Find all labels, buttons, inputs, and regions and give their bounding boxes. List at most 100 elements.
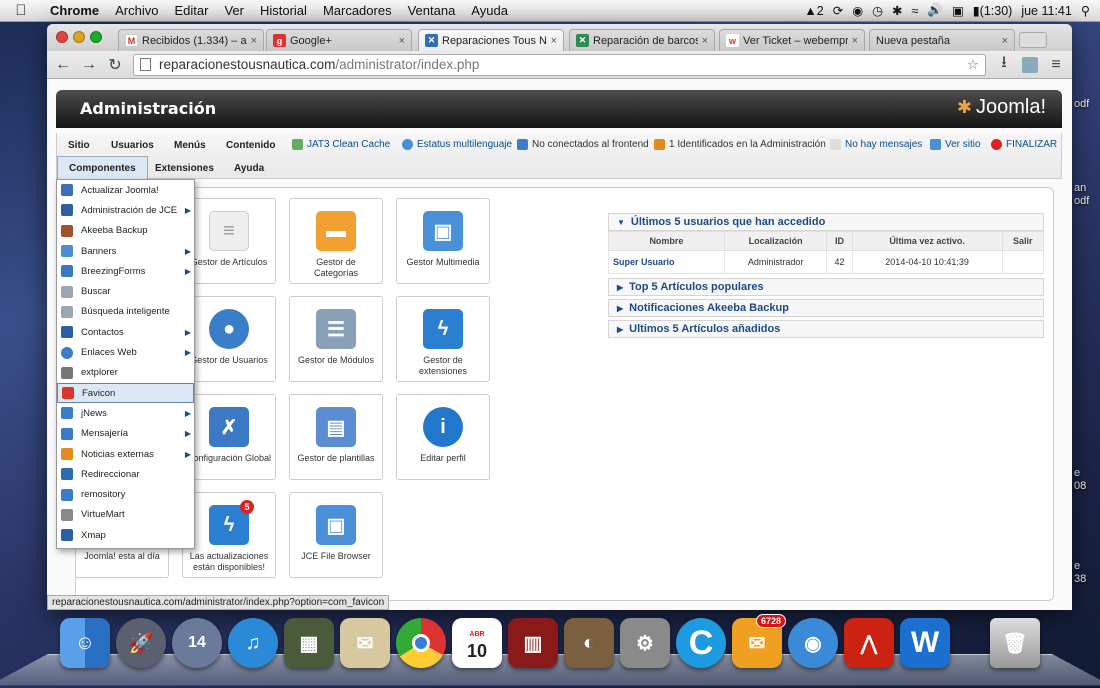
download-icon[interactable]: ⭳ [996, 51, 1012, 78]
apple-icon[interactable]:  [0, 2, 42, 19]
close-tab-icon[interactable]: × [1002, 35, 1008, 47]
quickicon-media[interactable]: ▣ Gestor Multimedia [396, 198, 490, 284]
sync-icon[interactable]: ⟳ [833, 3, 843, 18]
close-window-button[interactable] [56, 31, 68, 43]
star-icon[interactable]: ☆ [967, 57, 979, 73]
quickicon-modules[interactable]: ☰ Gestor de Módulos [289, 296, 383, 382]
adobe-status-icon[interactable]: ▲2 [804, 4, 823, 18]
menu-extensiones[interactable]: Extensiones [155, 163, 214, 174]
logout-link[interactable]: FINALIZAR [991, 139, 1057, 150]
network-globe-icon[interactable]: ◉ [788, 618, 838, 668]
quickicon-global-config[interactable]: ✗ Configuración Global [182, 394, 276, 480]
tab-ver-ticket[interactable]: w Ver Ticket – webempre × [719, 29, 865, 51]
quickicon-categories[interactable]: ▬ Gestor de Categorías [289, 198, 383, 284]
bluetooth-icon[interactable]: ✱ [892, 3, 902, 18]
finder-icon[interactable]: ☺ [60, 618, 110, 668]
eye-icon[interactable]: ◉ [852, 3, 863, 18]
quickicon-users[interactable]: ● Gestor de Usuarios [182, 296, 276, 382]
volume-icon[interactable]: 🔊 [927, 3, 943, 18]
close-tab-icon[interactable]: × [251, 35, 257, 47]
dropdown-item-buscar[interactable]: Buscar [57, 281, 194, 301]
timemachine-icon[interactable]: ◷ [872, 3, 883, 18]
module-akeeba-header[interactable]: ▶ Notificaciones Akeeba Backup [608, 299, 1044, 317]
menu-componentes[interactable]: Componentes [57, 156, 148, 181]
menu-menus[interactable]: Menús [174, 140, 206, 151]
reload-icon[interactable]: ↻ [107, 55, 123, 75]
dropdown-item-breezingforms[interactable]: BreezingForms ▶ [57, 261, 194, 281]
dropdown-item-redireccionar[interactable]: Redireccionar [57, 464, 194, 484]
user-logout[interactable] [1001, 250, 1044, 274]
forward-icon[interactable]: → [81, 56, 97, 74]
dropdown-item-noticias-externas[interactable]: Noticias externas ▶ [57, 444, 194, 464]
menu-editar[interactable]: Editar [166, 3, 216, 18]
dropdown-item-jce[interactable]: Administración de JCE ▶ [57, 200, 194, 220]
tab-reparaciones[interactable]: ✕ Reparaciones Tous Na × [418, 29, 564, 51]
profile-avatar[interactable] [1022, 56, 1038, 73]
dropdown-item-actualizar-joomla[interactable]: Actualizar Joomla! [57, 180, 194, 200]
itunes-icon[interactable]: ♫ [228, 618, 278, 668]
word-icon[interactable]: W [900, 618, 950, 668]
wifi-icon[interactable]: ≈ [912, 4, 919, 18]
spotlight-icon[interactable]: ⚲ [1081, 3, 1090, 18]
dropdown-item-virtuemart[interactable]: VirtueMart [57, 505, 194, 525]
jat3-cache-link[interactable]: JAT3 Clean Cache [292, 139, 390, 150]
view-site-link[interactable]: Ver sitio [930, 139, 981, 150]
tab-nueva[interactable]: Nueva pestaña × [869, 29, 1015, 51]
mail-stamp-icon[interactable]: ✉ [340, 618, 390, 668]
dropdown-item-enlaces-web[interactable]: Enlaces Web ▶ [57, 342, 194, 362]
quickicon-templates[interactable]: ▤ Gestor de plantillas [289, 394, 383, 480]
calendar-icon[interactable]: ABR 10 [452, 618, 502, 668]
minimize-window-button[interactable] [73, 31, 85, 43]
iphoto-icon[interactable]: ◐ [564, 618, 614, 668]
dropdown-item-jnews[interactable]: jNews ▶ [57, 403, 194, 423]
dropdown-item-extplorer[interactable]: extplorer [57, 363, 194, 383]
zoom-window-button[interactable] [90, 31, 102, 43]
clock[interactable]: jue 11:41 [1021, 4, 1072, 18]
battery-icon[interactable]: ▮(1:30) [973, 3, 1013, 18]
chrome-icon[interactable] [396, 618, 446, 668]
module-users-header[interactable]: ▼ Últimos 5 usuarios que han accedido [608, 213, 1044, 231]
quickicon-extensions[interactable]: ϟ Gestor de extensiones [396, 296, 490, 382]
menu-ventana[interactable]: Ventana [400, 3, 464, 18]
tab-reparacion-barcos[interactable]: ✕ Reparación de barcos × [569, 29, 715, 51]
mail-icon[interactable]: ✉ 6728 [732, 614, 786, 668]
dropdown-item-akeeba[interactable]: Akeeba Backup [57, 221, 194, 241]
trash-icon[interactable]: 🗑 [990, 618, 1040, 668]
menu-ver[interactable]: Ver [216, 3, 252, 18]
dropdown-item-mensajeria[interactable]: Mensajería ▶ [57, 424, 194, 444]
quickicon-edit-profile[interactable]: i Editar perfil [396, 394, 490, 480]
dropdown-item-banners[interactable]: Banners ▶ [57, 241, 194, 261]
dropdown-item-favicon[interactable]: Favicon [57, 382, 194, 404]
dropdown-item-contactos[interactable]: Contactos ▶ [57, 322, 194, 342]
close-tab-icon[interactable]: × [852, 35, 858, 47]
app-c-icon[interactable]: C [676, 618, 726, 668]
close-tab-icon[interactable]: × [702, 35, 708, 47]
dropdown-item-xmap[interactable]: Xmap [57, 525, 194, 545]
quickicon-articles[interactable]: ≡ Gestor de Artículos [182, 198, 276, 284]
menu-ayuda[interactable]: Ayuda [463, 3, 516, 18]
menu-archivo[interactable]: Archivo [107, 3, 166, 18]
tab-googleplus[interactable]: g Google+ × [266, 29, 412, 51]
quickicon-updates-available[interactable]: ϟ 5 Las actualizaciones están disponibles! [182, 492, 276, 578]
launchpad-icon[interactable]: 🚀 [116, 618, 166, 668]
quickicon-jce-file-browser[interactable]: ▣ JCE File Browser [289, 492, 383, 578]
user-name-link[interactable]: Super Usuario [608, 250, 725, 274]
tab-gmail[interactable]: M Recibidos (1.334) – as × [118, 29, 264, 51]
messages-link[interactable]: No hay mensajes [830, 139, 922, 150]
dropdown-item-remository[interactable]: remository [57, 484, 194, 504]
acrobat-icon[interactable]: ⋀ [844, 618, 894, 668]
display-icon[interactable]: ▣ [952, 3, 964, 18]
menu-usuarios[interactable]: Usuarios [111, 140, 154, 151]
address-bar[interactable]: reparacionestousnautica.com/administrato… [133, 53, 986, 76]
module-popular-header[interactable]: ▶ Top 5 Artículos populares [608, 278, 1044, 296]
menu-ayuda-joomla[interactable]: Ayuda [234, 163, 264, 174]
new-tab-button[interactable] [1019, 32, 1047, 48]
menu-historial[interactable]: Historial [252, 3, 315, 18]
photo-booth-icon[interactable]: ▦ [284, 618, 334, 668]
module-latest-header[interactable]: ▶ Ultimos 5 Artículos añadidos [608, 320, 1044, 338]
close-tab-icon[interactable]: × [399, 35, 405, 47]
menu-icon[interactable]: ≡ [1048, 56, 1064, 74]
dropdown-item-busqueda-inteligente[interactable]: Búsqueda inteligente [57, 302, 194, 322]
menu-marcadores[interactable]: Marcadores [315, 3, 400, 18]
close-tab-icon[interactable]: × [551, 35, 557, 47]
